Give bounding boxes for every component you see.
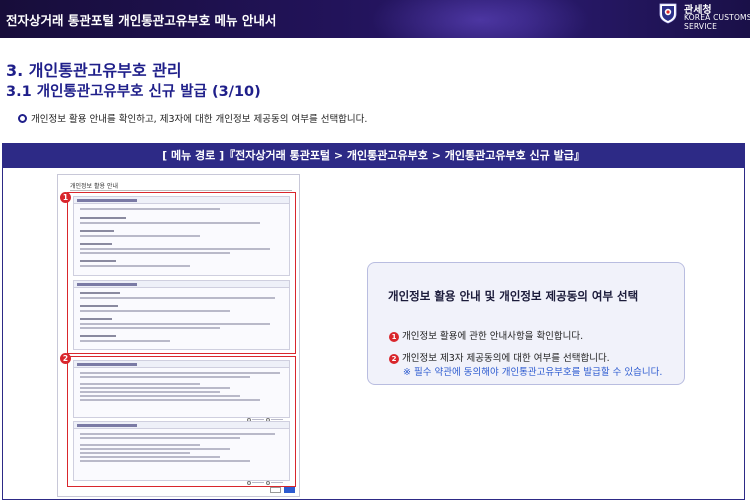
explanation-callout: 개인정보 활용 안내 및 개인정보 제공동의 여부 선택 1 개인정보 활용에 관… — [367, 262, 685, 385]
marker-1: 1 — [60, 192, 71, 203]
callout-item-2: 2 개인정보 제3자 제공동의에 대한 여부를 선택합니다. — [389, 350, 610, 364]
cancel-mini-button[interactable] — [270, 487, 281, 493]
brand-english-line1: KOREA CUSTOMS — [684, 13, 750, 22]
menu-path-bar: [ 메뉴 경로 ]『전자상거래 통관포털 > 개인통관고유부호 > 개인통관고유… — [3, 144, 744, 168]
callout-item-2-text: 개인정보 제3자 제공동의에 대한 여부를 선택합니다. — [402, 353, 610, 364]
notice-box-2-header — [74, 281, 289, 288]
callout-item-1: 1 개인정보 활용에 관한 안내사항을 확인합니다. — [389, 328, 583, 342]
capture-title-divider — [70, 190, 292, 191]
header-glow — [370, 0, 590, 38]
consent-box-2 — [73, 421, 290, 485]
notice-box-1-header — [74, 197, 289, 204]
consent-2-radio-group[interactable] — [245, 472, 283, 485]
privacy-notice-section — [67, 192, 296, 354]
agree-radio[interactable] — [247, 480, 251, 485]
consent-box-2-header — [74, 422, 289, 429]
content-frame: [ 메뉴 경로 ]『전자상거래 통관포털 > 개인통관고유부호 > 개인통관고유… — [2, 143, 745, 500]
section-description: 개인정보 활용 안내를 확인하고, 제3자에 대한 개인정보 제공동의 여부를 … — [18, 111, 367, 125]
disagree-radio[interactable] — [266, 480, 270, 485]
section-heading: 3. 개인통관고유부호 관리 — [6, 61, 182, 80]
brand-english: KOREA CUSTOMS SERVICE — [684, 13, 750, 31]
next-mini-button[interactable] — [284, 487, 295, 493]
korea-customs-logo-icon — [659, 3, 677, 24]
ring-bullet-icon — [18, 114, 27, 123]
number-1-badge: 1 — [389, 332, 399, 342]
marker-2: 2 — [60, 353, 71, 364]
capture-page-title: 개인정보 활용 안내 — [70, 183, 118, 190]
notice-box-2 — [73, 280, 290, 350]
consent-1-radio-group[interactable] — [245, 409, 283, 422]
document-title: 전자상거래 통관포털 개인통관고유부호 메뉴 안내서 — [6, 13, 277, 28]
callout-item-1-text: 개인정보 활용에 관한 안내사항을 확인합니다. — [402, 331, 584, 342]
screen-capture-thumbnail: 개인정보 활용 안내 1 2 — [57, 174, 300, 497]
header-banner: 전자상거래 통관포털 개인통관고유부호 메뉴 안내서 관세청 KOREA CUS… — [0, 0, 750, 38]
callout-title: 개인정보 활용 안내 및 개인정보 제공동의 여부 선택 — [388, 289, 639, 303]
brand-english-line2: SERVICE — [684, 22, 718, 31]
required-terms-note: ※ 필수 약관에 동의해야 개인통관고유부호를 발급할 수 있습니다. — [403, 367, 663, 378]
consent-box-1 — [73, 360, 290, 422]
number-2-badge: 2 — [389, 354, 399, 364]
description-text: 개인정보 활용 안내를 확인하고, 제3자에 대한 개인정보 제공동의 여부를 … — [31, 114, 368, 125]
third-party-consent-section — [67, 356, 296, 487]
notice-box-1 — [73, 196, 290, 276]
section-subheading: 3.1 개인통관고유부호 신규 발급 (3/10) — [6, 84, 261, 100]
consent-box-1-header — [74, 361, 289, 368]
